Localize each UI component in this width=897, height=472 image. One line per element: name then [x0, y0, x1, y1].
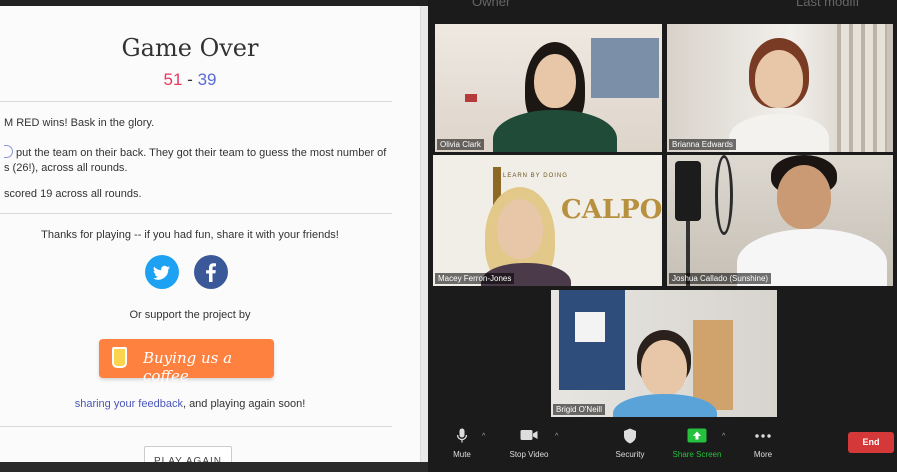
feedback-link[interactable]: sharing your feedback [75, 398, 183, 410]
player-pill [4, 145, 13, 158]
buy-coffee-button[interactable]: Buying us a coffee [99, 339, 274, 385]
divider [0, 213, 392, 214]
coffee-button-label: Buying us a coffee [143, 349, 233, 385]
video-tile[interactable]: Brigid O'Neill [551, 290, 777, 417]
winner-text: M RED wins! Bask in the glory. [4, 117, 155, 129]
participant-name: Joshua Callado (Sunshine) [669, 273, 772, 284]
wall-text: LEARN BY DOING [503, 173, 568, 179]
mute-options-caret[interactable]: ^ [482, 433, 485, 440]
more-dots-icon [733, 428, 793, 444]
game-over-title: Game Over [121, 34, 259, 62]
video-tile[interactable]: Brianna Edwards [667, 24, 893, 152]
support-text: Or support the project by [129, 309, 251, 321]
thanks-text: Thanks for playing -- if you had fun, sh… [41, 229, 339, 241]
security-button[interactable]: Security [600, 428, 660, 459]
divider [0, 101, 392, 102]
final-score: 51 - 39 [0, 70, 380, 90]
mvp-text-line2: s (26!), across all rounds. [4, 162, 128, 174]
divider [0, 426, 392, 427]
twitter-icon[interactable] [145, 255, 179, 289]
mvp-text-line1: put the team on their back. They got the… [4, 145, 386, 159]
feedback-text: sharing your feedback, and playing again… [74, 398, 306, 410]
more-button[interactable]: More [733, 428, 793, 459]
video-tile-active-speaker[interactable]: LEARN BY DOING CALPOLY Macey Ferron-Jone… [433, 155, 662, 286]
share-screen-button[interactable]: Share Screen [667, 428, 727, 459]
page-scrollbar[interactable] [420, 6, 428, 462]
shield-icon [600, 428, 660, 444]
video-options-caret[interactable]: ^ [555, 433, 558, 440]
stop-video-button[interactable]: Stop Video [499, 428, 559, 459]
score-red: 51 [163, 70, 183, 89]
score-text: scored 19 across all rounds. [4, 188, 142, 200]
facebook-icon[interactable] [194, 255, 228, 289]
bottom-strip [0, 462, 428, 472]
background-header-owner: Owner [472, 0, 511, 9]
share-screen-icon [667, 428, 727, 444]
participant-name: Brianna Edwards [669, 139, 736, 150]
video-tile[interactable]: Olivia Clark [435, 24, 662, 152]
play-again-button[interactable]: PLAY AGAIN [144, 446, 232, 462]
participant-name: Brigid O'Neill [553, 404, 605, 415]
background-header-modified: Last modifi [796, 0, 859, 9]
participant-name: Olivia Clark [437, 139, 484, 150]
end-meeting-button[interactable]: End [848, 432, 894, 453]
score-separator: - [187, 70, 193, 89]
participant-name: Macey Ferron-Jones [435, 273, 515, 284]
top-strip [0, 0, 428, 6]
coffee-cup-icon [112, 347, 127, 368]
share-options-caret[interactable]: ^ [722, 433, 725, 440]
video-camera-icon [499, 428, 559, 444]
score-blue: 39 [197, 70, 217, 89]
game-over-page: Game Over 51 - 39 M RED wins! Bask in th… [0, 0, 428, 462]
video-gallery: Owner Last modifi Olivia Clark Brianna E… [428, 0, 897, 472]
video-tile[interactable]: Joshua Callado (Sunshine) [667, 155, 893, 286]
wall-sign: CALPOLY [561, 195, 662, 225]
